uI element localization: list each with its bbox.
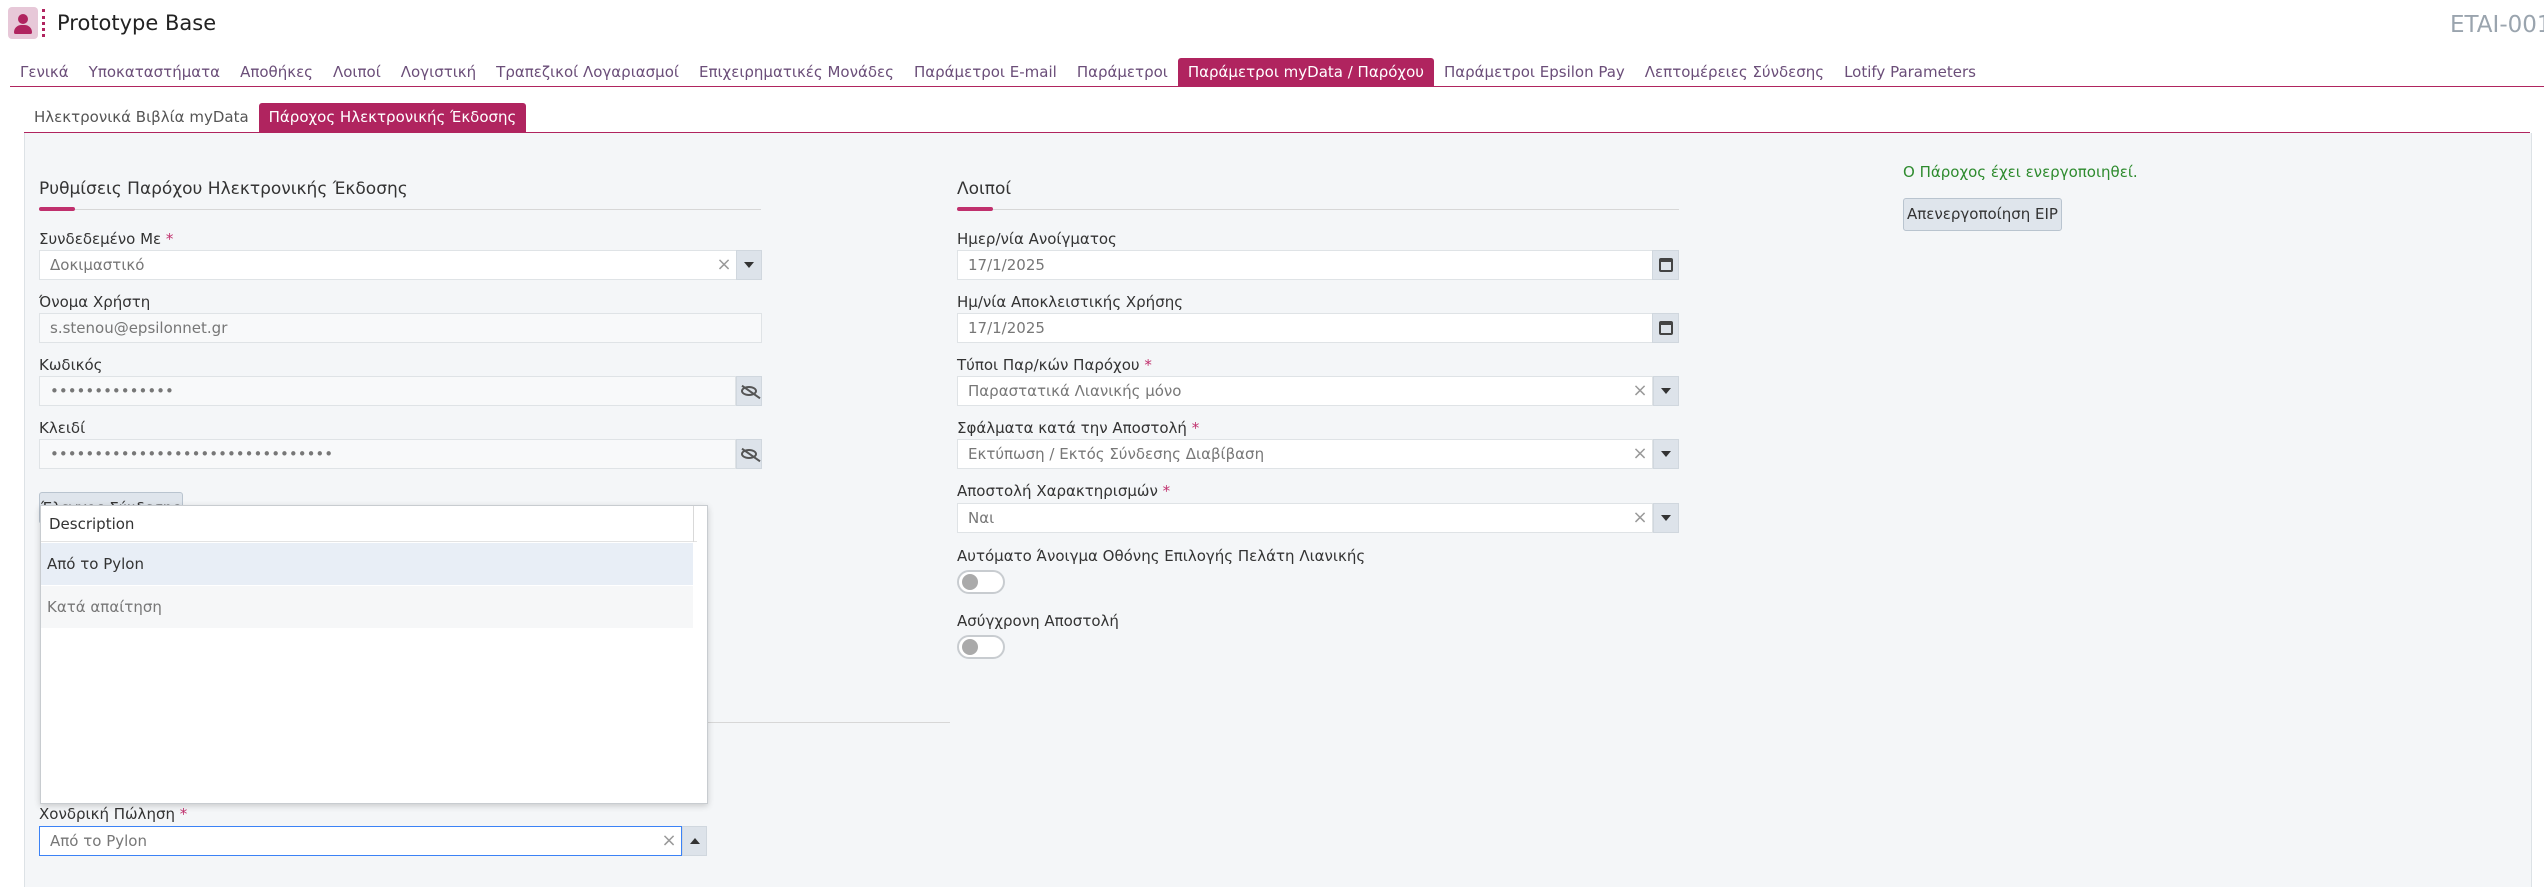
chevron-down-icon bbox=[1661, 388, 1671, 394]
username-label: Όνομα Χρήστη bbox=[39, 293, 151, 311]
tab-other[interactable]: Λοιποί bbox=[323, 58, 391, 86]
clear-icon[interactable]: × bbox=[1630, 439, 1650, 469]
send-characterizations-dropdown-button[interactable] bbox=[1653, 503, 1679, 533]
send-characterizations-label: Αποστολή Χαρακτηρισμών * bbox=[957, 482, 1171, 500]
send-errors-label: Σφάλματα κατά την Αποστολή * bbox=[957, 419, 1200, 437]
open-date-input[interactable]: 17/1/2025 bbox=[957, 250, 1653, 280]
send-characterizations-select[interactable]: Ναι bbox=[957, 503, 1653, 533]
toggle-password-button[interactable] bbox=[736, 376, 762, 406]
chevron-down-icon bbox=[1661, 515, 1671, 521]
connected-with-dropdown-button[interactable] bbox=[736, 250, 762, 280]
chevron-up-icon bbox=[689, 838, 700, 844]
toggle-key-button[interactable] bbox=[736, 439, 762, 469]
other-section-title: Λοιποί bbox=[957, 179, 1012, 199]
tab-epsilon-pay[interactable]: Παράμετροι Epsilon Pay bbox=[1434, 58, 1635, 86]
tab-general[interactable]: Γενικά bbox=[10, 58, 79, 86]
username-field[interactable]: s.stenou@epsilonnet.gr bbox=[39, 313, 762, 343]
key-label: Κλειδί bbox=[39, 419, 86, 437]
tab-mydata-provider[interactable]: Παράμετροι myData / Παρόχου bbox=[1177, 58, 1434, 86]
exclusive-date-input[interactable]: 17/1/2025 bbox=[957, 313, 1653, 343]
deactivate-eip-button[interactable]: Απενεργοποίηση EIP bbox=[1903, 198, 2062, 231]
clear-icon[interactable]: × bbox=[1630, 503, 1650, 533]
doc-types-dropdown-button[interactable] bbox=[1653, 376, 1679, 406]
exclusive-date-picker-button[interactable] bbox=[1652, 313, 1679, 343]
connected-with-select[interactable]: Δοκιμαστικό bbox=[39, 250, 738, 280]
tab-bank-accounts[interactable]: Τραπεζικοί Λογαριασμοί bbox=[486, 58, 689, 86]
send-errors-dropdown-button[interactable] bbox=[1653, 439, 1679, 469]
chevron-down-icon bbox=[744, 262, 754, 268]
async-send-label: Ασύγχρονη Αποστολή bbox=[957, 612, 1119, 630]
main-tabs-underline bbox=[10, 86, 2544, 87]
company-code: ETAI-001 bbox=[2450, 12, 2544, 38]
sub-tabs: Ηλεκτρονικά Βιβλία myData Πάροχος Ηλεκτρ… bbox=[24, 103, 527, 132]
tab-branches[interactable]: Υποκαταστήματα bbox=[79, 58, 230, 86]
password-field[interactable]: •••••••••••••• bbox=[39, 376, 736, 406]
doc-types-label: Τύποι Παρ/κών Παρόχου * bbox=[957, 356, 1152, 374]
wholesale-label: Χονδρική Πώληση * bbox=[39, 805, 188, 823]
eye-off-icon bbox=[741, 447, 761, 463]
section-divider bbox=[957, 209, 1679, 210]
tab-params[interactable]: Παράμετροι bbox=[1067, 58, 1178, 86]
tab-email-params[interactable]: Παράμετροι E-mail bbox=[904, 58, 1067, 86]
provider-settings-title: Ρυθμίσεις Παρόχου Ηλεκτρονικής Έκδοσης bbox=[39, 179, 408, 199]
clear-icon[interactable]: × bbox=[714, 250, 734, 280]
exclusive-date-label: Ημ/νία Αποκλειστικής Χρήσης bbox=[957, 293, 1184, 311]
doc-types-select[interactable]: Παραστατικά Λιανικής μόνο bbox=[957, 376, 1653, 406]
section-divider bbox=[706, 722, 950, 723]
key-field[interactable]: •••••••••••••••••••••••••••••••• bbox=[39, 439, 736, 469]
section-divider bbox=[39, 209, 761, 210]
auto-open-toggle[interactable] bbox=[957, 570, 1005, 594]
section-accent bbox=[957, 207, 993, 211]
wholesale-dropdown-popup: Description Από το Pylon Κατά απαίτηση bbox=[40, 505, 708, 804]
wholesale-dropdown-button[interactable] bbox=[682, 826, 707, 856]
dropdown-option[interactable]: Κατά απαίτηση bbox=[41, 586, 693, 628]
subtab-mydata-books[interactable]: Ηλεκτρονικά Βιβλία myData bbox=[24, 103, 259, 132]
async-send-toggle[interactable] bbox=[957, 635, 1005, 659]
section-accent bbox=[39, 207, 75, 211]
calendar-icon bbox=[1658, 258, 1673, 272]
open-date-picker-button[interactable] bbox=[1652, 250, 1679, 280]
connected-with-label: Συνδεδεμένο Με * bbox=[39, 230, 174, 248]
app-separator bbox=[42, 9, 48, 37]
app-avatar-icon bbox=[8, 7, 38, 39]
send-errors-select[interactable]: Εκτύπωση / Εκτός Σύνδεσης Διαβίβαση bbox=[957, 439, 1653, 469]
dropdown-option[interactable]: Από το Pylon bbox=[41, 543, 693, 585]
password-label: Κωδικός bbox=[39, 356, 103, 374]
tab-business-units[interactable]: Επιχειρηματικές Μονάδες bbox=[689, 58, 904, 86]
wholesale-select[interactable]: Από το Pylon bbox=[39, 826, 682, 856]
clear-icon[interactable]: × bbox=[1630, 376, 1650, 406]
subtab-e-invoicing-provider[interactable]: Πάροχος Ηλεκτρονικής Έκδοσης bbox=[258, 103, 527, 132]
tab-lotify[interactable]: Lotify Parameters bbox=[1834, 58, 1986, 86]
tab-accounting[interactable]: Λογιστική bbox=[391, 58, 486, 86]
main-tabs: Γενικά Υποκαταστήματα Αποθήκες Λοιποί Λο… bbox=[10, 58, 1986, 86]
open-date-label: Ημερ/νία Ανοίγματος bbox=[957, 230, 1117, 248]
eye-off-icon bbox=[741, 384, 761, 400]
column-divider bbox=[693, 506, 694, 542]
auto-open-label: Αυτόματο Άνοιγμα Οθόνης Επιλογής Πελάτη … bbox=[957, 547, 1366, 565]
tab-warehouses[interactable]: Αποθήκες bbox=[230, 58, 323, 86]
dropdown-column-header: Description bbox=[41, 506, 697, 542]
tab-connection-details[interactable]: Λεπτομέρειες Σύνδεσης bbox=[1635, 58, 1834, 86]
provider-active-message: Ο Πάροχος έχει ενεργοποιηθεί. bbox=[1903, 163, 2138, 181]
page-title: Prototype Base bbox=[57, 11, 217, 35]
chevron-down-icon bbox=[1661, 451, 1671, 457]
calendar-icon bbox=[1658, 321, 1673, 335]
clear-icon[interactable]: × bbox=[659, 826, 679, 856]
